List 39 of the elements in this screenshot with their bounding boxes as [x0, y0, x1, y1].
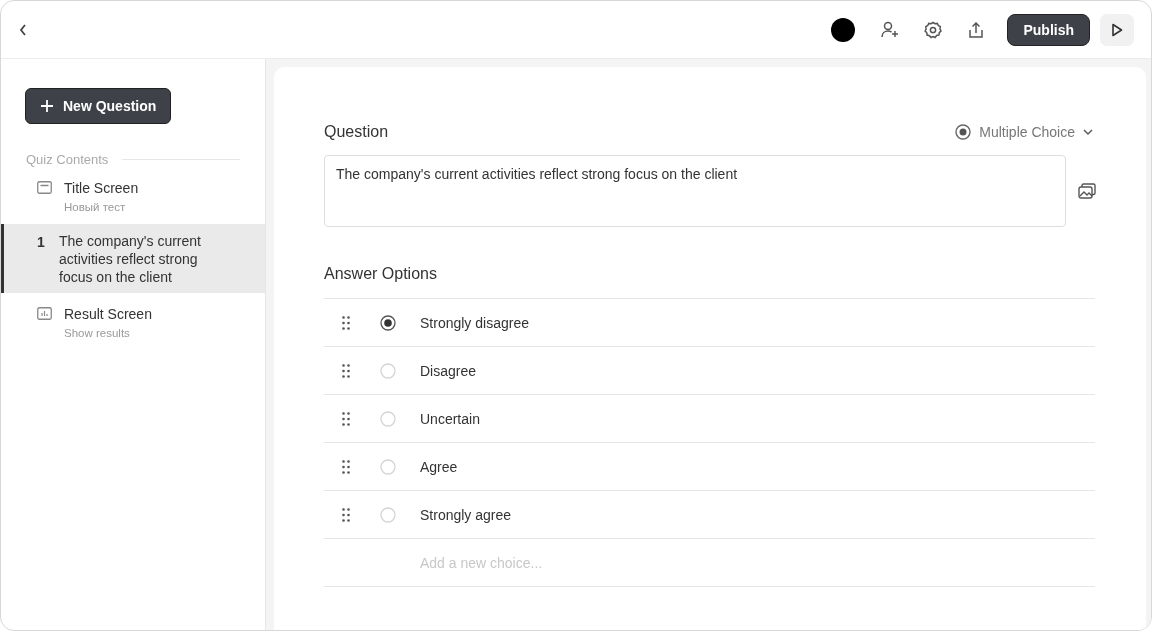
settings-icon[interactable] — [923, 19, 944, 40]
drag-handle-icon[interactable] — [342, 507, 350, 522]
item-subtitle: Show results — [64, 327, 131, 339]
sidebar-item[interactable]: Result Screen Show results — [1, 297, 265, 346]
drag-handle-icon[interactable] — [342, 459, 350, 474]
option-label: Uncertain — [420, 410, 480, 427]
drag-handle-icon[interactable] — [342, 315, 350, 330]
question-type-dropdown[interactable]: Multiple Choice — [955, 124, 1093, 140]
option-label: Strongly agree — [420, 506, 512, 523]
add-user-icon[interactable] — [880, 19, 901, 40]
option-label: Agree — [420, 458, 458, 475]
publish-button[interactable]: Publish — [1007, 13, 1090, 46]
sidebar-item[interactable]: Title Screen Новый тест — [1, 171, 265, 220]
sidebar-item[interactable]: 1 The company's current activities reflect strong focus on the client — [1, 224, 265, 293]
radio-icon — [955, 124, 972, 140]
new-question-button[interactable]: New Question — [25, 88, 172, 124]
question-label: Question — [324, 123, 389, 141]
item-subtitle: Новый тест — [64, 201, 127, 213]
drag-handle-icon[interactable] — [342, 411, 350, 426]
plus-icon — [40, 99, 54, 113]
play-icon — [1111, 22, 1123, 37]
image-icon[interactable] — [1078, 183, 1096, 199]
chevron-down-icon — [1083, 129, 1093, 135]
question-number: 1 — [37, 234, 46, 250]
option-label: Strongly disagree — [420, 314, 529, 331]
item-title: The company's current activities reflect strong focus on the client — [59, 232, 202, 286]
item-title: Result Screen — [64, 305, 153, 323]
answer-options-label: Answer Options — [324, 265, 438, 283]
chart-icon — [37, 307, 52, 320]
preview-button[interactable] — [1100, 13, 1134, 46]
avatar[interactable] — [831, 17, 856, 42]
radio-button[interactable] — [380, 314, 396, 331]
item-title: Title Screen — [64, 179, 140, 197]
option-label: Disagree — [420, 362, 477, 379]
drag-handle-icon[interactable] — [342, 363, 350, 378]
back-icon[interactable] — [19, 23, 27, 36]
question-field[interactable]: The company's current activities reflect strong focus on the client — [324, 155, 1066, 227]
section-title: Quiz Contents — [26, 152, 109, 167]
screen-icon — [37, 181, 52, 194]
